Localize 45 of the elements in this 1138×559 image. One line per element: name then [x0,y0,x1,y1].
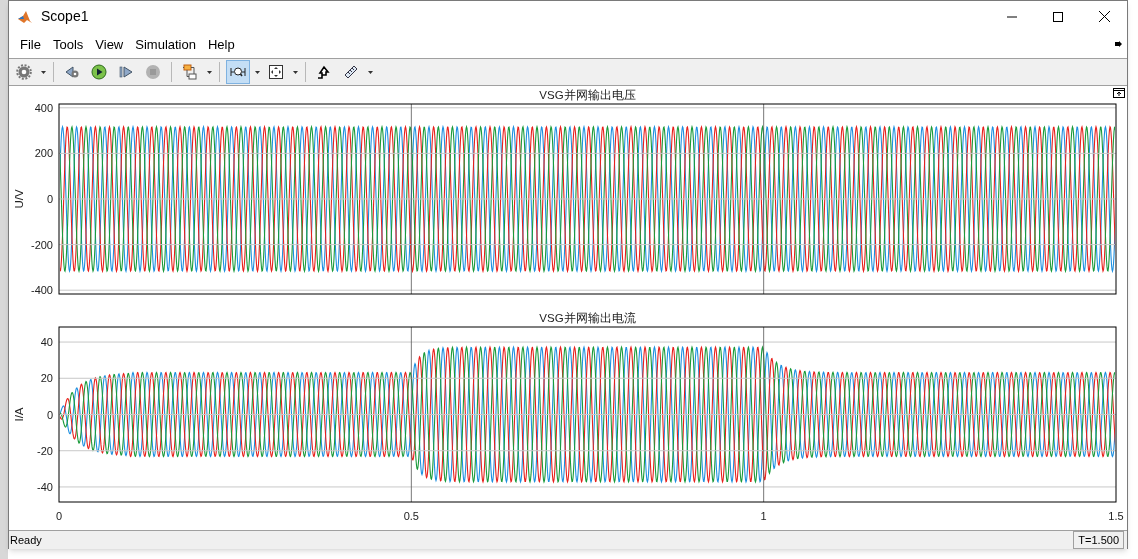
play-icon [91,64,107,80]
axis-tick-label: 200 [34,147,53,160]
axis-tick-label: 0 [55,510,63,522]
chart-title: VSG并网输出电压 [539,89,636,101]
axis-tick-label: -400 [30,284,53,297]
axis-tick-label: -200 [30,238,53,251]
axis-tick-label: 1.5 [1108,510,1124,522]
close-icon [1098,11,1110,22]
maximize-icon [1053,11,1063,22]
menu-item[interactable]: File [15,35,46,55]
axis-tick-label: 40 [40,336,53,349]
status-text: Ready [10,532,42,548]
axis-tick-label: 0 [46,408,53,421]
simulation-time: T=1.500 [1073,530,1124,550]
axis-tick-label: 1 [760,510,767,522]
axis-label: U/V [13,189,25,209]
caret-icon [206,70,212,74]
menu-item[interactable]: Simulation [130,35,201,55]
caret-icon [40,70,46,74]
axis-tick-label: -40 [37,480,53,493]
menu-item[interactable]: Help [202,35,240,55]
axis-label: I/A [13,407,25,422]
window-title: Scope1 [41,7,89,26]
chart-title: VSG并网输出电流 [539,312,636,324]
step-back-icon [64,64,80,80]
caret-icon [254,70,260,74]
line-style-icon [316,64,332,80]
fit-to-view-icon [268,64,284,80]
toolbar-button[interactable] [226,60,250,84]
gear-icon [16,64,32,80]
axis-tick-label: 0 [46,193,53,205]
axis-tick-label: 20 [40,372,53,385]
caret-icon [367,70,373,74]
ruler-icon [343,64,359,80]
step-forward-icon [118,64,134,80]
menu-item[interactable]: Tools [47,35,89,55]
undock-plot-icon[interactable] [1113,88,1125,98]
axis-tick-label: -20 [37,444,53,457]
stop-icon [145,64,161,80]
menu-item[interactable]: View [90,35,129,55]
block-diagram-icon [182,64,198,80]
caret-icon [292,70,298,74]
undock-arrow-icon[interactable] [1115,41,1123,48]
axis-tick-label: 400 [34,101,53,114]
axis-tick-label: 0.5 [403,510,419,522]
